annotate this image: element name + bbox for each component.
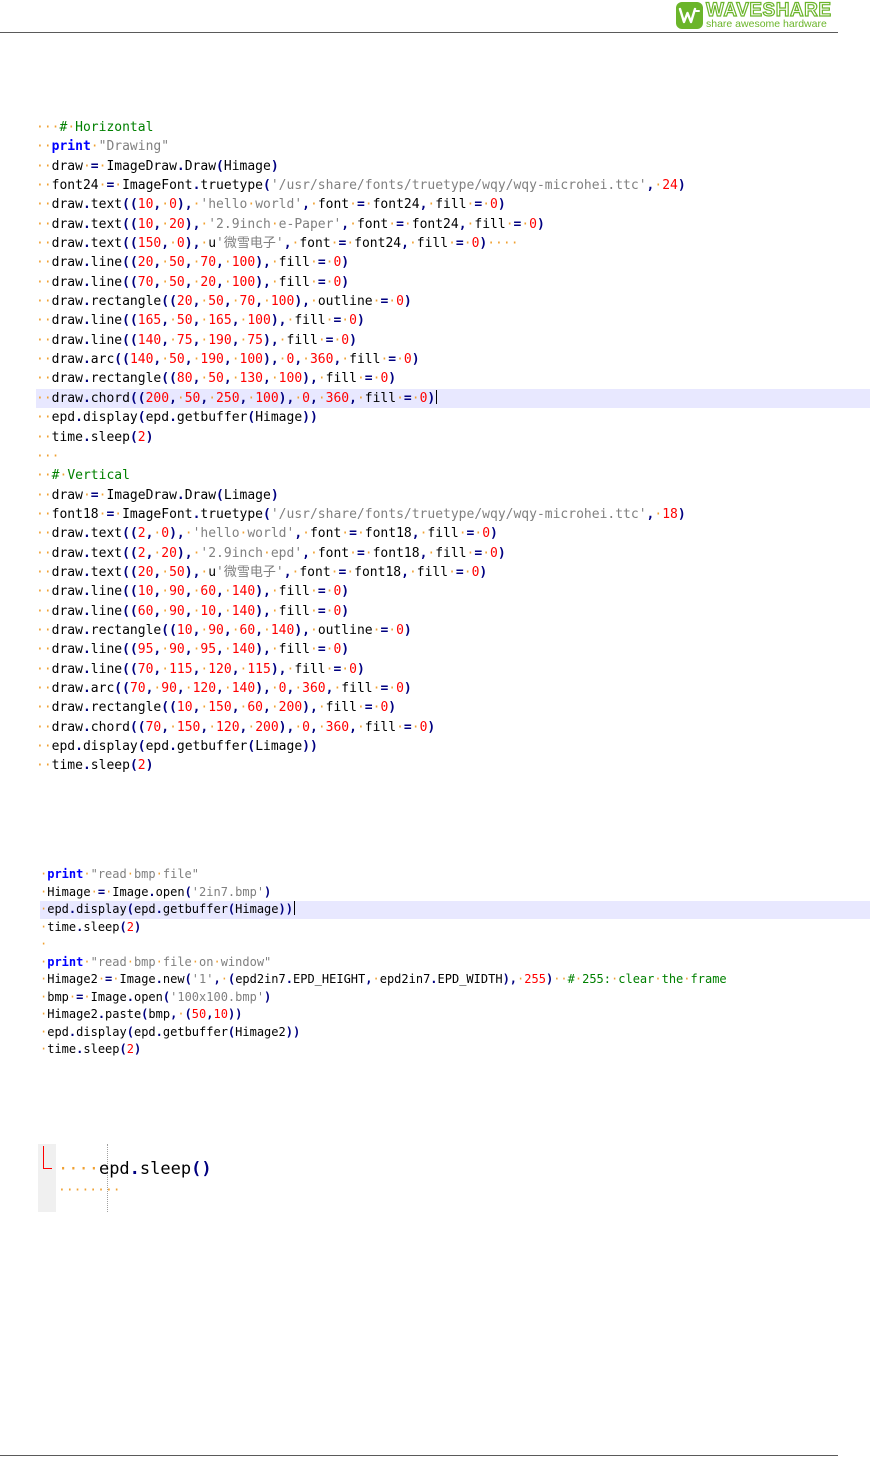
waveshare-logo-icon [676, 2, 703, 29]
code-line: ·print·"read·bmp·file·on·window" [40, 954, 272, 969]
code-line: ··draw.rectangle((80,·50,·130,·100),·fil… [36, 371, 397, 387]
code-block-drawing: ···#·Horizontal ··print·"Drawing" ··draw·=… [36, 118, 870, 776]
code-line: ·Himage2·=·Image.new('1',·(epd2in7.EPD_H… [40, 972, 727, 986]
code-line: ····epd.sleep() [58, 1159, 212, 1179]
code-line: ··draw.text((10,·20),·'2.9inch·e-Paper',… [36, 216, 545, 232]
header-divider [0, 32, 838, 33]
code-line: ··draw.text((20,·50),·u'微雪电子',·font·=·fo… [36, 564, 488, 580]
code-line: ··#·Vertical [36, 468, 130, 484]
code-line: ·bmp·=·Image.open('100x100.bmp') [40, 989, 272, 1004]
code-line: ·Himage2.paste(bmp,·(50,10)) [40, 1007, 243, 1021]
code-line: ··draw.arc((70,·90,·120,·140),·0,·360,·f… [36, 680, 412, 696]
code-line: ··draw.line((10,·90,·60,·140),·fill·=·0) [36, 584, 350, 600]
code-line: ··print·"Drawing" [36, 139, 170, 155]
code-line: ··epd.display(epd.getbuffer(Limage)) [36, 739, 318, 754]
code-line: ··draw.line((60,·90,·10,·140),·fill·=·0) [36, 603, 350, 619]
code-line: ·time.sleep(2) [40, 1042, 142, 1056]
code-line: ··font18·=·ImageFont.truetype('/usr/shar… [36, 506, 686, 522]
code-line: ··time.sleep(2) [36, 758, 154, 774]
code-line: · [40, 937, 48, 951]
code-line: ··draw·=·ImageDraw.Draw(Himage) [36, 158, 279, 174]
code-line: ··draw.line((140,·75,·190,·75),·fill·=·0… [36, 332, 357, 348]
code-line: ··draw.line((20,·50,·70,·100),·fill·=·0) [36, 255, 350, 271]
code-line: ··draw.arc((140,·50,·190,·100),·0,·360,·… [36, 352, 420, 368]
code-line: ··draw.line((95,·90,·95,·140),·fill·=·0) [36, 642, 350, 658]
code-line: ··font24·=·ImageFont.truetype('/usr/shar… [36, 178, 686, 194]
code-line: ··· [36, 448, 60, 464]
code-line: ··draw.line((165,·50,·165,·100),·fill·=·… [36, 313, 365, 329]
brand-tagline: share awesome hardware [706, 18, 827, 30]
code-line: ········ [58, 1183, 121, 1198]
code-line: ··draw.rectangle((20,·50,·70,·100),·outl… [36, 294, 412, 310]
code-line: ··draw.text((2,·0),·'hello·world',·font·… [36, 526, 498, 542]
waveshare-logo: WAVESHARE share awesome hardware [676, 0, 838, 31]
code-line: ··draw·=·ImageDraw.Draw(Limage) [36, 487, 279, 503]
code-line: ··draw.text((150,·0),·u'微雪电子',·font·=·fo… [36, 236, 519, 252]
code-line: ·print·"read·bmp·file" [40, 867, 199, 881]
code-line: ·Himage·=·Image.open('2in7.bmp') [40, 884, 272, 899]
code-line: ·epd.display(epd.getbuffer(Himage)) [40, 901, 870, 919]
code-line: ··time.sleep(2) [36, 429, 154, 445]
fold-marker-icon [43, 1146, 52, 1169]
document-page: WAVESHARE share awesome hardware ···#·Ho… [0, 0, 870, 1458]
code-line: ·time.sleep(2) [40, 919, 142, 934]
footer-divider [0, 1455, 838, 1456]
code-block-sleep: ····epd.sleep() ········ [38, 1144, 238, 1212]
code-line: ··draw.rectangle((10,·90,·60,·140),·outl… [36, 622, 412, 638]
code-line: ·epd.display(epd.getbuffer(Himage2)) [40, 1024, 301, 1039]
code-line: ··draw.rectangle((10,·150,·60,·200),·fil… [36, 700, 397, 716]
code-line: ··draw.chord((70,·150,·120,·200),·0,·360… [36, 719, 436, 735]
code-line: ···#·Horizontal [36, 120, 154, 135]
code-block-bmp: ·print·"read·bmp·file" ·Himage·=·Image.op… [40, 866, 870, 1059]
code-line: ··draw.text((2,·20),·'2.9inch·epd',·font… [36, 545, 506, 561]
code-line: ··draw.chord((200,·50,·250,·100),·0,·360… [36, 388, 870, 409]
code-line: ··draw.text((10,·0),·'hello·world',·font… [36, 197, 506, 213]
code-line: ··draw.line((70,·50,·20,·100),·fill·=·0) [36, 274, 350, 290]
code-line: ··draw.line((70,·115,·120,·115),·fill·=·… [36, 661, 365, 677]
code-line: ··epd.display(epd.getbuffer(Himage)) [36, 410, 318, 426]
